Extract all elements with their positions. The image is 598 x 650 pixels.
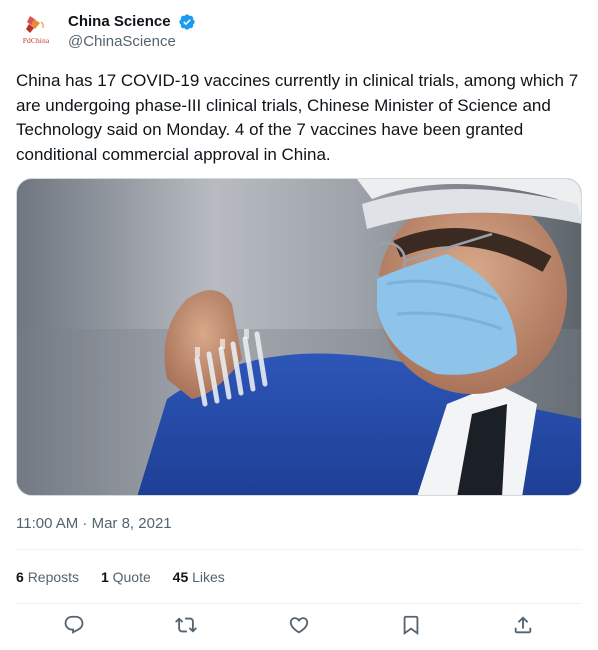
quotes-label: Quote [112, 569, 151, 585]
verified-badge-icon[interactable] [178, 13, 196, 31]
share-button[interactable] [512, 614, 536, 638]
avatar-text: PdChina [22, 36, 50, 45]
quotes-count: 1 [100, 569, 109, 585]
repost-button[interactable] [175, 614, 199, 638]
account-handle[interactable]: @ChinaScience [68, 32, 196, 52]
action-bar [16, 606, 582, 646]
tweet-media-photo[interactable] [16, 178, 582, 496]
tweet-header: PdChina China Science @ChinaScience [16, 10, 582, 60]
divider [16, 603, 582, 604]
photo-lab-worker-vaccine-vials [17, 179, 581, 495]
likes-label: Likes [192, 569, 225, 585]
reply-button[interactable] [63, 614, 87, 638]
reply-icon [64, 615, 84, 634]
like-icon [289, 617, 309, 634]
reposts-label: Reposts [27, 569, 80, 585]
reposts-count: 6 [16, 569, 24, 585]
divider [16, 549, 582, 550]
likes-count: 45 [172, 569, 189, 585]
like-button[interactable] [288, 614, 312, 638]
engagement-stats: 6 Reposts 1 Quote 45 Likes [16, 566, 243, 588]
reposts-stat[interactable]: 6 Reposts [16, 566, 79, 588]
bookmark-button[interactable] [400, 614, 424, 638]
repost-icon [175, 617, 197, 633]
display-name[interactable]: China Science [68, 12, 171, 32]
likes-stat[interactable]: 45 Likes [173, 566, 225, 588]
share-icon [514, 616, 532, 634]
quotes-stat[interactable]: 1 Quote [101, 566, 151, 588]
tweet-timestamp[interactable]: 11:00 AM · Mar 8, 2021 [16, 514, 172, 534]
tweet-text: China has 17 COVID-19 vaccines currently… [16, 71, 579, 164]
avatar[interactable]: PdChina [16, 10, 56, 50]
bookmark-icon [403, 615, 419, 636]
